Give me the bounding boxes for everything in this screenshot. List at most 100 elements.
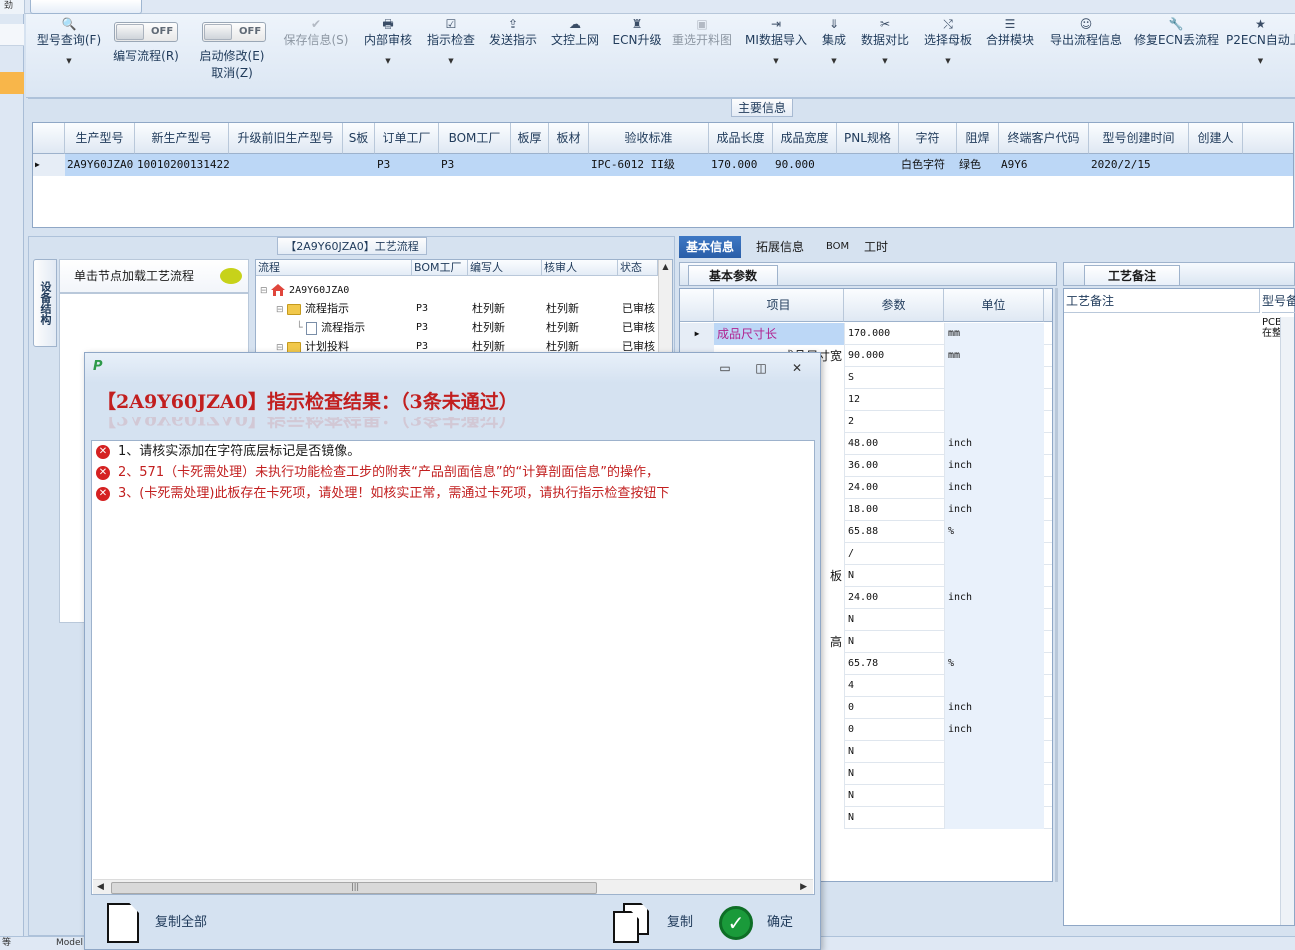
- param-value-cell[interactable]: 36.00: [844, 455, 944, 477]
- row-selector[interactable]: ▶: [680, 323, 714, 345]
- param-unit-cell[interactable]: inch: [944, 719, 1044, 741]
- table-cell[interactable]: P3: [416, 299, 466, 318]
- select-mother-board-button[interactable]: ⤭ 选择母板 ▼: [920, 14, 976, 98]
- internal-review-button[interactable]: 🖶 内部审核 ▼: [360, 14, 416, 98]
- minimize-icon[interactable]: ▭: [713, 359, 737, 377]
- param-unit-cell[interactable]: mm: [944, 323, 1044, 345]
- dropdown-arrow-icon[interactable]: ▼: [1226, 54, 1295, 68]
- dialog-title-bar[interactable]: P ▭ ◫ ✕: [85, 353, 820, 383]
- model-query-button[interactable]: 🔍 型号查询(F) ▼: [34, 14, 104, 98]
- param-value-cell[interactable]: 0: [844, 719, 944, 741]
- param-unit-cell[interactable]: [944, 763, 1044, 785]
- param-value-cell[interactable]: 18.00: [844, 499, 944, 521]
- param-value-cell[interactable]: 65.78: [844, 653, 944, 675]
- tree-node-root[interactable]: ⊟ 2A9Y60JZA0: [260, 280, 410, 299]
- table-cell[interactable]: 2A9Y60JZA0: [65, 154, 135, 176]
- table-cell[interactable]: 杜列新: [472, 318, 542, 337]
- integrate-button[interactable]: ⇓ 集成 ▼: [816, 14, 852, 98]
- dropdown-arrow-icon[interactable]: ▼: [858, 54, 912, 68]
- column-header[interactable]: 升级前旧生产型号: [229, 123, 343, 154]
- send-instruction-button[interactable]: ⇪ 发送指示: [486, 14, 540, 98]
- list-item[interactable]: ✕ 2、571（卡死需处理）未执行功能检查工步的附表“产品剖面信息”的“计算剖面信…: [92, 462, 814, 483]
- param-value-cell[interactable]: N: [844, 763, 944, 785]
- param-unit-cell[interactable]: [944, 565, 1044, 587]
- column-header[interactable]: 成品宽度: [773, 123, 837, 154]
- param-unit-cell[interactable]: inch: [944, 477, 1044, 499]
- column-header[interactable]: 状态: [618, 260, 658, 276]
- table-cell[interactable]: P3: [375, 154, 439, 176]
- param-value-cell[interactable]: 24.00: [844, 587, 944, 609]
- table-cell[interactable]: 杜列新: [546, 318, 616, 337]
- param-unit-cell[interactable]: [944, 631, 1044, 653]
- table-cell[interactable]: A9Y6: [999, 154, 1089, 176]
- column-header[interactable]: 工艺备注: [1064, 289, 1260, 313]
- horizontal-scrollbar[interactable]: ◀ ||| ▶: [93, 879, 813, 894]
- panel-splitter[interactable]: [1055, 288, 1058, 882]
- column-header[interactable]: 参数: [844, 289, 944, 322]
- column-header[interactable]: 新生产型号: [135, 123, 229, 154]
- tree-node-folder[interactable]: ⊟ 流程指示: [276, 299, 412, 318]
- copy-all-button[interactable]: 复制全部: [107, 901, 247, 945]
- column-header[interactable]: 板材: [549, 123, 589, 154]
- left-nav-item[interactable]: [0, 24, 24, 46]
- table-cell[interactable]: 10010200131422: [135, 154, 229, 176]
- param-unit-cell[interactable]: [944, 367, 1044, 389]
- column-header[interactable]: 字符: [899, 123, 957, 154]
- dropdown-arrow-icon[interactable]: ▼: [920, 54, 976, 68]
- dropdown-arrow-icon[interactable]: ▼: [424, 54, 478, 68]
- param-value-cell[interactable]: S: [844, 367, 944, 389]
- left-nav-item-active[interactable]: [0, 72, 24, 94]
- param-unit-cell[interactable]: mm: [944, 345, 1044, 367]
- table-cell[interactable]: P3: [439, 154, 511, 176]
- param-unit-cell[interactable]: inch: [944, 499, 1044, 521]
- param-unit-cell[interactable]: [944, 411, 1044, 433]
- column-header[interactable]: 验收标准: [589, 123, 709, 154]
- param-value-cell[interactable]: 0: [844, 697, 944, 719]
- scroll-left-icon[interactable]: ◀: [97, 882, 104, 892]
- table-cell[interactable]: [343, 154, 375, 176]
- column-header[interactable]: BOM工厂: [439, 123, 511, 154]
- list-item[interactable]: ✕ 1、请核实添加在字符底层标记是否镜像。: [92, 441, 814, 462]
- param-unit-cell[interactable]: inch: [944, 587, 1044, 609]
- param-value-cell[interactable]: /: [844, 543, 944, 565]
- param-value-cell[interactable]: N: [844, 741, 944, 763]
- column-header[interactable]: 型号创建时间: [1089, 123, 1189, 154]
- param-value-cell[interactable]: 170.000: [844, 323, 944, 345]
- tab-equipment-structure[interactable]: 设备结构: [33, 259, 57, 347]
- ecn-upgrade-button[interactable]: ♜ ECN升级: [610, 14, 664, 98]
- param-value-cell[interactable]: 90.000: [844, 345, 944, 367]
- param-value-cell[interactable]: 2: [844, 411, 944, 433]
- merge-module-button[interactable]: ☰ 合拼模块: [982, 14, 1038, 98]
- tab-extended-info[interactable]: 拓展信息: [749, 236, 811, 258]
- start-modify-toggle[interactable]: OFF: [202, 22, 266, 42]
- table-cell[interactable]: [549, 154, 589, 176]
- export-process-info-button[interactable]: ☺ 导出流程信息: [1046, 14, 1126, 98]
- table-cell[interactable]: 绿色: [957, 154, 999, 176]
- table-cell[interactable]: 170.000: [709, 154, 773, 176]
- list-item[interactable]: ✕ 3、(卡死需处理)此板存在卡死项，请处理！如核实正常，需通过卡死项，请执行指示…: [92, 483, 814, 504]
- param-unit-cell[interactable]: inch: [944, 455, 1044, 477]
- dropdown-arrow-icon[interactable]: ▼: [360, 54, 416, 68]
- column-header[interactable]: 成品长度: [709, 123, 773, 154]
- scroll-right-icon[interactable]: ▶: [800, 882, 807, 892]
- param-value-cell[interactable]: N: [844, 631, 944, 653]
- param-value-cell[interactable]: N: [844, 565, 944, 587]
- copy-button[interactable]: 复制: [613, 901, 703, 945]
- param-unit-cell[interactable]: %: [944, 521, 1044, 543]
- column-header[interactable]: 流程: [256, 260, 412, 276]
- scroll-up-icon[interactable]: ▲: [659, 260, 672, 274]
- table-cell[interactable]: IPC-6012 II级: [589, 154, 709, 176]
- column-header[interactable]: 阻焊: [957, 123, 999, 154]
- maximize-icon[interactable]: ◫: [749, 359, 773, 377]
- ok-button[interactable]: ✓ 确定: [719, 901, 809, 945]
- param-unit-cell[interactable]: inch: [944, 697, 1044, 719]
- repair-ecn-process-button[interactable]: 🔧 修复ECN丢流程: [1134, 14, 1219, 98]
- column-header[interactable]: 项目: [714, 289, 844, 322]
- table-cell[interactable]: 90.000: [773, 154, 837, 176]
- dropdown-arrow-icon[interactable]: ▼: [742, 54, 810, 68]
- column-header[interactable]: 编写人: [468, 260, 542, 276]
- doc-control-online-button[interactable]: ☁ 文控上网: [548, 14, 602, 98]
- column-header[interactable]: 生产型号: [65, 123, 135, 154]
- param-unit-cell[interactable]: [944, 609, 1044, 631]
- p2ecn-auto-button[interactable]: ★ P2ECN自动上 ▼: [1226, 14, 1295, 98]
